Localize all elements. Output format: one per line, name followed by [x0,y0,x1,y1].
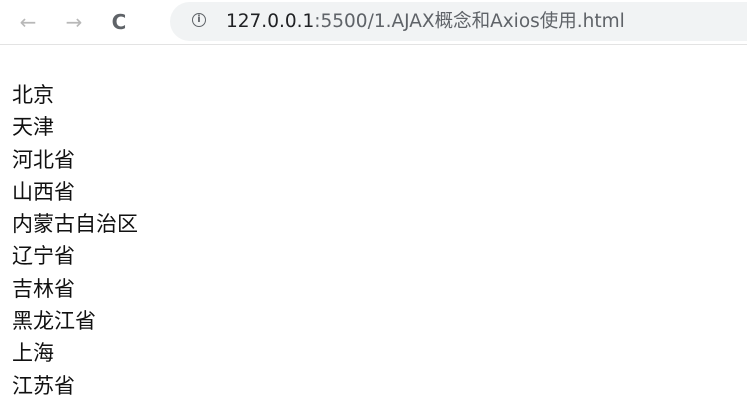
province-item: 辽宁省 [12,244,75,269]
url-host: 127.0.0.1 [226,11,315,32]
province-item: 河北省 [12,147,75,172]
reload-icon[interactable]: C [103,6,135,38]
province-item: 上海 [12,341,54,366]
province-item: 内蒙古自治区 [12,212,138,237]
province-item: 北京 [12,83,54,107]
province-item: 吉林省 [12,276,75,301]
url-text[interactable]: 127.0.0.1:5500/1.AJAX概念和Axios使用.html [226,2,625,41]
url-path: :5500/1.AJAX概念和Axios使用.html [314,11,625,32]
back-arrow-icon[interactable]: ← [12,6,44,38]
province-item: 黑龙江省 [12,309,96,334]
address-bar[interactable]: i 127.0.0.1:5500/1.AJAX概念和Axios使用.html [170,2,747,41]
forward-arrow-icon[interactable]: → [58,6,90,38]
province-item: 山西省 [12,179,75,204]
province-item: 江苏省 [12,373,75,398]
province-list: 北京 天津 河北省 山西省 内蒙古自治区 辽宁省 吉林省 黑龙江省 上海 江苏省 [12,79,138,402]
info-icon[interactable]: i [192,13,206,27]
province-item: 天津 [12,115,54,140]
browser-toolbar: ← → C i 127.0.0.1:5500/1.AJAX概念和Axios使用.… [0,0,747,45]
